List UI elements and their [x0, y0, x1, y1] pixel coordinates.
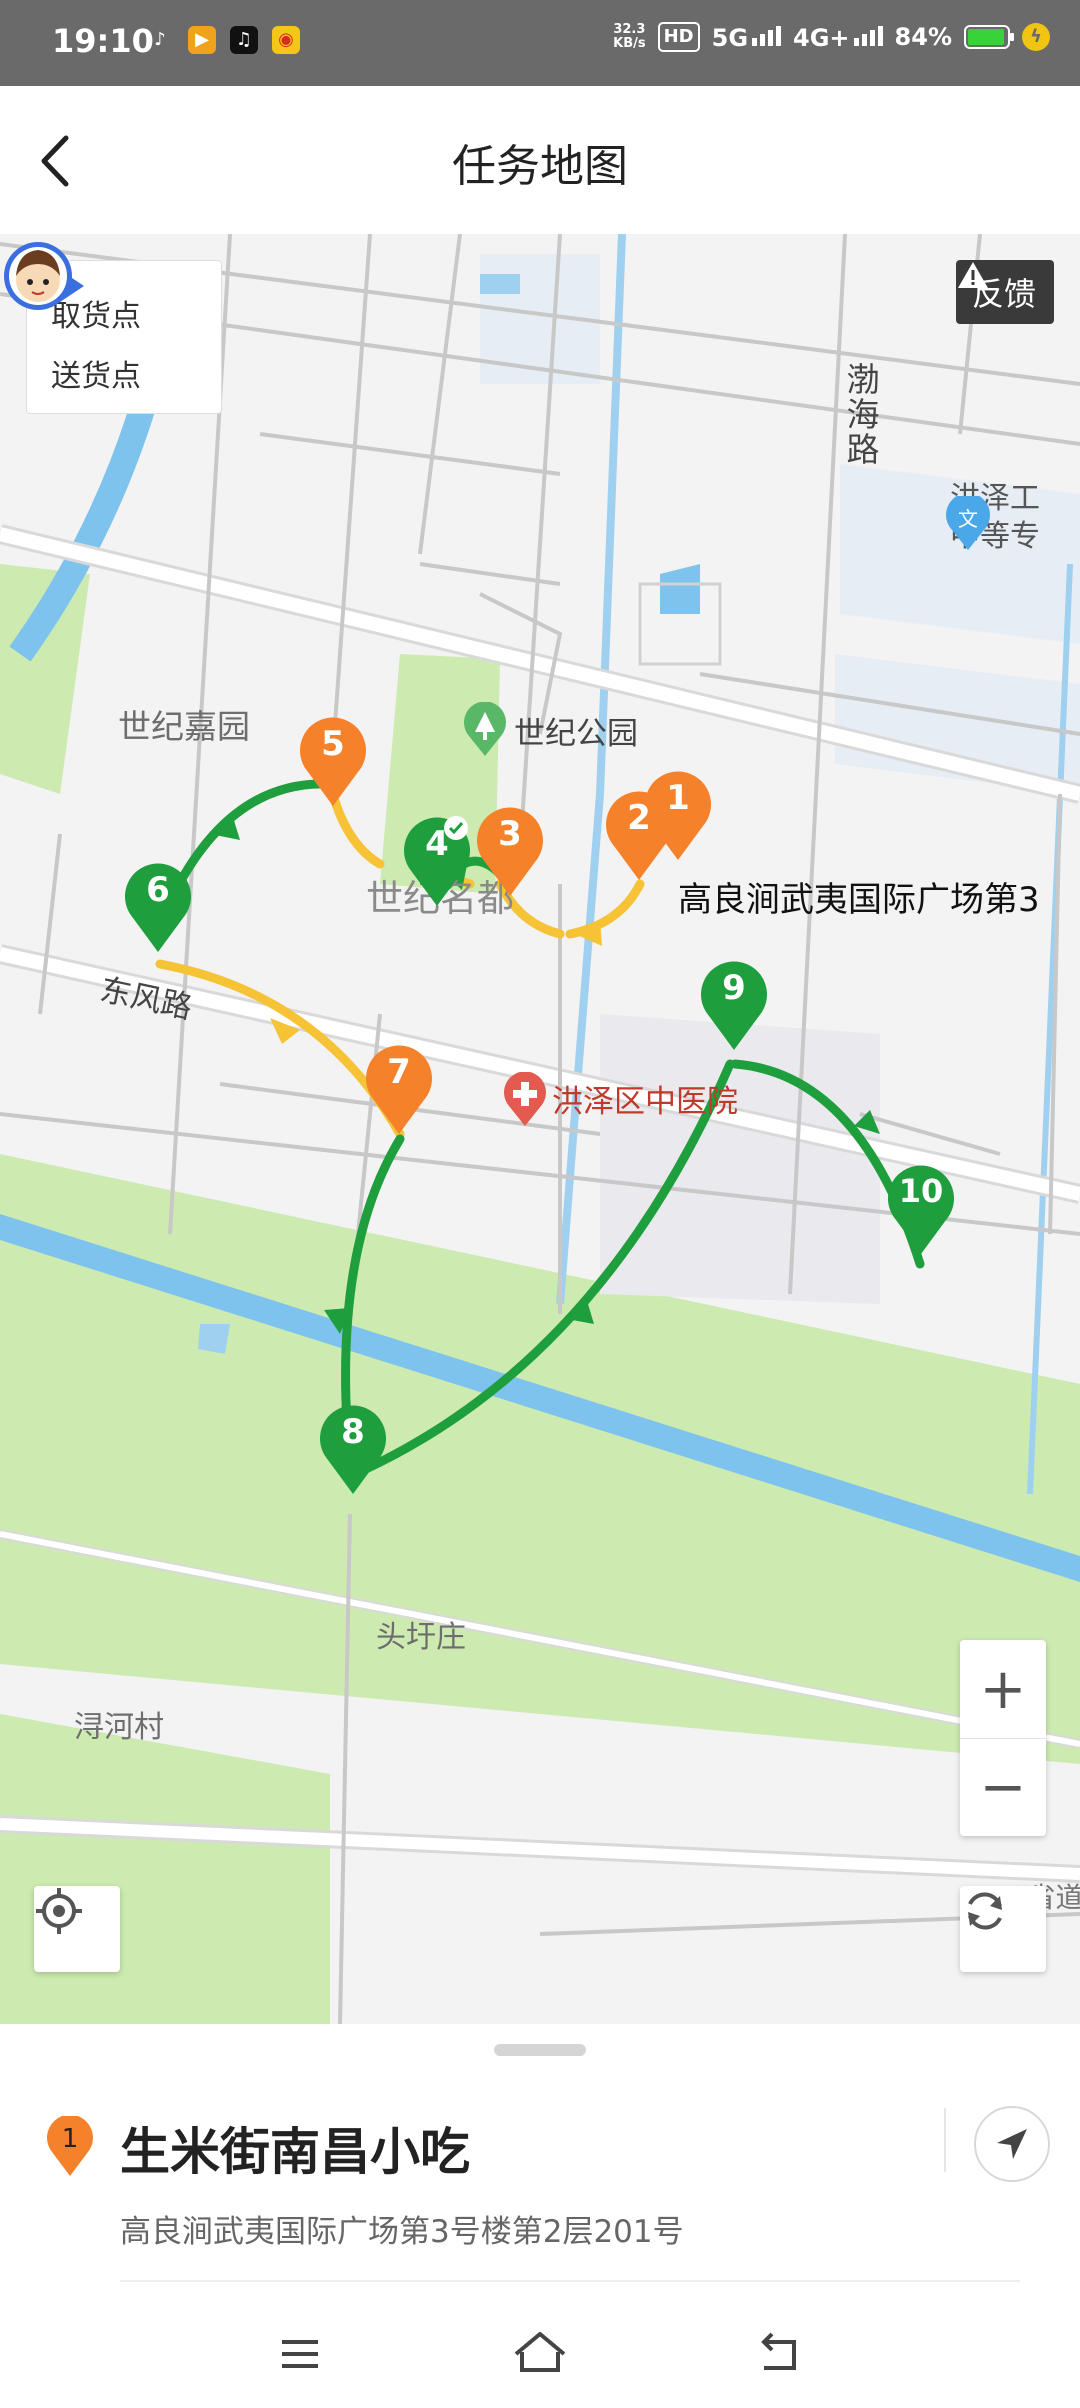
- signal-4g: 4G+: [793, 22, 883, 52]
- pin-number: 6: [146, 870, 170, 910]
- signal-bars-icon: [752, 22, 782, 46]
- pin-number: 8: [341, 1412, 365, 1452]
- navigate-button[interactable]: [974, 2106, 1050, 2182]
- network-speed: 32.3 KB/s: [613, 23, 645, 51]
- map-base: [0, 234, 1080, 2024]
- status-indicators: 32.3 KB/s HD 5G 4G+ 84% ϟ: [613, 22, 1050, 52]
- sheet-drag-handle[interactable]: [494, 2044, 586, 2056]
- locate-button[interactable]: [34, 1886, 120, 1972]
- pin-number: 3: [498, 814, 522, 854]
- refresh-icon: [968, 1892, 1002, 1930]
- system-navigation-bar: [0, 2298, 1080, 2408]
- menu-icon: [282, 2340, 318, 2368]
- hd-voice-icon: HD: [657, 22, 700, 52]
- check-icon: [444, 816, 468, 840]
- net-speed-value: 32.3: [613, 22, 646, 37]
- pickup-pin-5[interactable]: 5: [298, 716, 368, 808]
- zoom-in-button[interactable]: +: [960, 1640, 1046, 1738]
- pin-number: 10: [898, 1172, 944, 1210]
- net-speed-unit: KB/s: [613, 36, 646, 51]
- dropoff-pin-10[interactable]: 10: [886, 1164, 956, 1256]
- tiktok-icon: ♫: [230, 26, 258, 54]
- divider: [120, 2280, 1020, 2282]
- pickup-pin-2[interactable]: 2: [604, 790, 674, 882]
- svg-text:文: 文: [958, 507, 978, 531]
- map-label-road: 渤海路: [841, 362, 880, 467]
- pickup-pin-7[interactable]: 7: [364, 1044, 434, 1136]
- zoom-out-button[interactable]: −: [960, 1738, 1046, 1836]
- app-header: 任务地图: [0, 86, 1080, 234]
- task-map[interactable]: 渤海路 洪泽工 中等专 文 世纪嘉园 世纪公园 世纪名都 东风路 洪泽区中医院 …: [0, 234, 1080, 2024]
- hospital-poi-icon: [504, 1072, 546, 1126]
- dropoff-pin-9[interactable]: 9: [699, 960, 769, 1052]
- legend-dropoff: 送货点: [28, 261, 221, 403]
- signal-5g-label: 5G: [711, 24, 749, 52]
- pin-number: 5: [321, 724, 345, 764]
- home-icon: [514, 2332, 566, 2372]
- home-button[interactable]: [510, 2326, 570, 2382]
- map-label-village: 浔河村: [74, 1710, 164, 1745]
- music-note-icon: ♪: [154, 29, 166, 50]
- signal-bars-icon: [853, 22, 883, 46]
- dropoff-pin-8[interactable]: 8: [318, 1404, 388, 1496]
- signal-5g: 5G: [711, 22, 782, 52]
- pin-number: 9: [722, 968, 746, 1008]
- pin-number: 7: [387, 1052, 411, 1092]
- weibo-icon: ◉: [272, 26, 300, 54]
- map-label-hospital: 洪泽区中医院: [552, 1084, 738, 1120]
- charging-icon: ϟ: [1022, 23, 1050, 51]
- task-index-badge: 1: [46, 2114, 94, 2178]
- park-poi-icon: [464, 702, 506, 756]
- rider-location-label: 高良涧武夷国际广场第3: [678, 880, 1040, 920]
- legend-dropoff-label: 送货点: [51, 359, 141, 394]
- feedback-button[interactable]: 反馈: [955, 260, 1054, 324]
- page-title: 任务地图: [452, 141, 628, 192]
- navigation-arrow-icon: [997, 2129, 1027, 2159]
- rider-avatar-icon[interactable]: [0, 234, 84, 318]
- school-poi-icon: 文: [946, 496, 990, 550]
- task-detail-sheet[interactable]: 1 生米街南昌小吃 高良涧武夷国际广场第3号楼第2层201号: [0, 2024, 1080, 2298]
- back-icon: [761, 2332, 796, 2370]
- pickup-pin-3[interactable]: 3: [475, 806, 545, 898]
- back-nav-button[interactable]: [750, 2326, 810, 2382]
- task-store-name: 生米街南昌小吃: [120, 2123, 470, 2181]
- task-address: 高良涧武夷国际广场第3号楼第2层201号: [120, 2214, 684, 2250]
- zoom-controls: + −: [960, 1640, 1046, 1836]
- dropoff-pin-4[interactable]: 4: [402, 816, 472, 908]
- map-label-park: 世纪公园: [514, 716, 638, 752]
- pin-number: 2: [627, 798, 651, 838]
- divider: [944, 2108, 946, 2172]
- refresh-button[interactable]: [960, 1886, 1046, 1972]
- task-index: 1: [61, 2124, 79, 2154]
- dropoff-pin-6[interactable]: 6: [123, 862, 193, 954]
- map-label-village: 头圩庄: [376, 1620, 466, 1655]
- warning-icon: [957, 262, 988, 288]
- notification-icons: ♪ ▶ ♫ ◉: [146, 26, 300, 54]
- battery-icon: [964, 25, 1014, 49]
- locate-icon: [36, 1888, 82, 1934]
- map-label-community: 世纪嘉园: [118, 707, 250, 746]
- status-bar: 19:10 ♪ ▶ ♫ ◉ 32.3 KB/s HD 5G 4G+ 84% ϟ: [0, 0, 1080, 86]
- signal-4g-label: 4G+: [793, 24, 850, 52]
- clock: 19:10: [52, 22, 154, 60]
- delivery-app-icon: ▶: [188, 26, 216, 54]
- battery-percent: 84%: [894, 23, 952, 51]
- recent-apps-button[interactable]: [270, 2326, 330, 2382]
